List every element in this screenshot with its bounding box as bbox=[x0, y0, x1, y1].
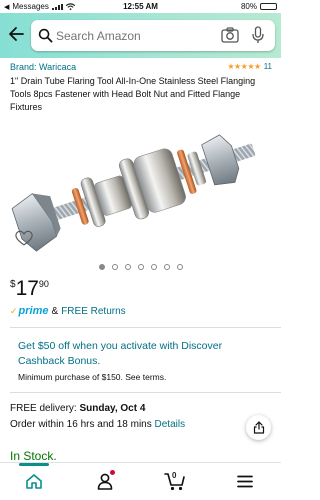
hamburger-menu-icon bbox=[237, 475, 253, 487]
search-icon bbox=[38, 28, 53, 43]
search-header bbox=[0, 13, 281, 58]
notification-dot bbox=[110, 470, 115, 475]
delivery-details-link[interactable]: Details bbox=[155, 419, 186, 430]
search-input[interactable] bbox=[56, 26, 216, 45]
divider bbox=[10, 392, 281, 393]
price-whole: 17 bbox=[15, 277, 39, 300]
home-icon bbox=[26, 473, 42, 489]
prime-logo: prime bbox=[18, 305, 49, 317]
battery-icon bbox=[260, 3, 277, 10]
share-button[interactable] bbox=[246, 415, 271, 440]
carousel-dot[interactable] bbox=[111, 264, 118, 270]
bottom-nav: 0 bbox=[0, 462, 281, 500]
camera-icon[interactable] bbox=[221, 27, 239, 43]
microphone-icon[interactable] bbox=[252, 26, 264, 44]
rating-summary[interactable]: ★★★★★ 11 bbox=[227, 62, 272, 71]
prime-check-icon: ✓ bbox=[10, 305, 18, 316]
carousel-dot[interactable] bbox=[98, 264, 105, 270]
person-icon bbox=[97, 473, 113, 490]
promo-terms: Minimum purchase of $150. See terms. bbox=[18, 372, 167, 382]
carousel-dot[interactable] bbox=[176, 264, 183, 270]
carousel-dot[interactable] bbox=[150, 264, 157, 270]
heart-icon[interactable] bbox=[15, 230, 33, 247]
back-arrow-icon[interactable] bbox=[8, 25, 26, 43]
discover-promo-link[interactable]: Get $50 off when you activate with Disco… bbox=[18, 339, 268, 369]
carousel-dot[interactable] bbox=[163, 264, 170, 270]
nav-cart[interactable]: 0 bbox=[163, 469, 187, 493]
prime-row: ✓ prime & FREE Returns bbox=[10, 305, 126, 317]
share-icon bbox=[253, 421, 264, 434]
delivery-date: Sunday, Oct 4 bbox=[79, 403, 146, 414]
flaring-tool-drawing bbox=[11, 134, 256, 252]
star-rating-icon: ★★★★★ bbox=[227, 62, 261, 71]
divider bbox=[10, 327, 281, 328]
price: $ 17 90 bbox=[10, 277, 49, 301]
nav-account[interactable] bbox=[93, 469, 117, 493]
carousel-dot[interactable] bbox=[137, 264, 144, 270]
nav-home[interactable] bbox=[22, 469, 46, 493]
cart-count: 0 bbox=[172, 471, 177, 480]
nav-menu[interactable] bbox=[233, 469, 257, 493]
battery-percent: 80% bbox=[240, 2, 257, 11]
product-image[interactable] bbox=[0, 118, 281, 258]
search-box[interactable] bbox=[31, 20, 275, 51]
rating-count[interactable]: 11 bbox=[264, 62, 272, 71]
clock: 12:55 AM bbox=[123, 2, 158, 11]
price-fraction: 90 bbox=[38, 279, 49, 289]
order-countdown: Order within 16 hrs and 18 mins bbox=[10, 419, 155, 430]
prime-ampersand: & bbox=[51, 305, 59, 317]
image-carousel-dots[interactable] bbox=[0, 264, 281, 270]
free-returns-link[interactable]: FREE Returns bbox=[61, 306, 125, 317]
active-tab-indicator bbox=[19, 463, 49, 466]
stock-status: In Stock. bbox=[10, 449, 57, 463]
order-within: Order within 16 hrs and 18 mins Details bbox=[10, 419, 185, 430]
carousel-dot[interactable] bbox=[124, 264, 131, 270]
delivery-info: FREE delivery: Sunday, Oct 4 bbox=[10, 403, 145, 414]
status-right: 80% bbox=[241, 2, 277, 11]
status-bar: ◀ Messages 12:55 AM 80% bbox=[0, 0, 281, 13]
title-block: ★★★★★ 11 1" Drain Tube Flaring Tool All-… bbox=[10, 62, 272, 114]
delivery-prefix: FREE delivery: bbox=[10, 403, 80, 414]
